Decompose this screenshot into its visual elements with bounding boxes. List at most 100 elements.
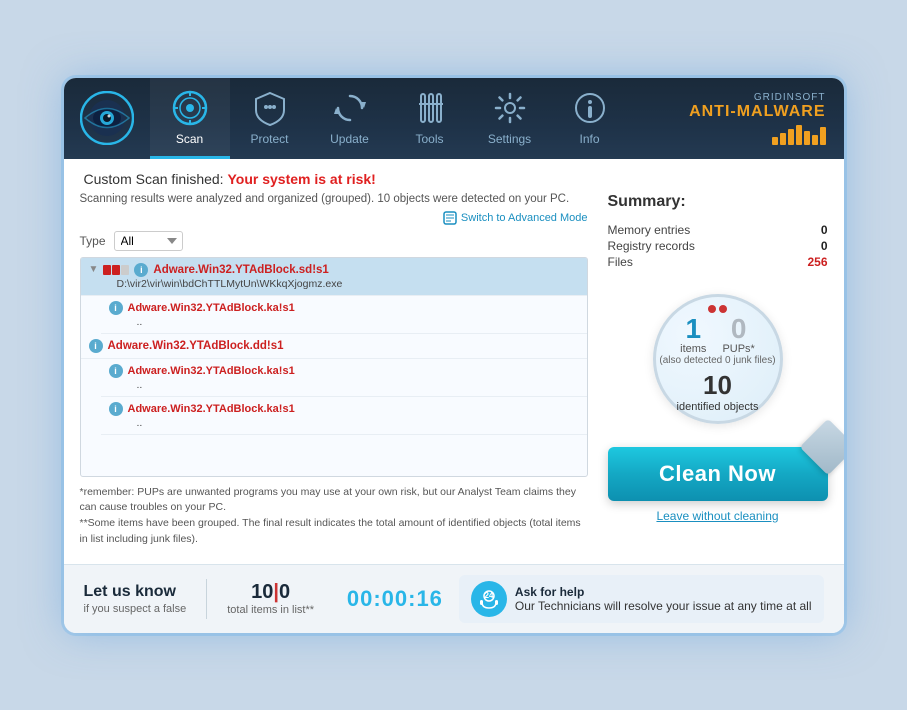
tools-icon (410, 88, 450, 128)
filter-row: Type All Adware Trojan PUP (80, 231, 588, 251)
brand-bar-5 (804, 131, 810, 145)
threat-path-1: D:\vir2\vir\win\bdChTTLMytUn\WKkqXjogmz.… (117, 278, 579, 290)
footnotes: *remember: PUPs are unwanted programs yo… (80, 485, 588, 548)
threat-name-1: Adware.Win32.YTAdBlock.sd!s1 (153, 264, 328, 276)
eye-logo-icon (80, 91, 134, 145)
header: Scan Protect (64, 78, 844, 159)
registry-val: 0 (821, 239, 828, 253)
scan-title-bar: Custom Scan finished: Your system is at … (64, 159, 844, 193)
mag-circle: 1 items 0 PUPs* (also detected 0 junk fi… (653, 294, 783, 424)
pup-dot-2 (719, 305, 727, 313)
files-label: Files (608, 255, 633, 269)
footer-divider-1 (206, 579, 207, 619)
summary-memory-row: Memory entries 0 (608, 223, 828, 237)
right-panel: Summary: Memory entries 0 Registry recor… (608, 193, 828, 548)
footer-sub-label: if you suspect a false (84, 603, 187, 615)
tab-update-label: Update (330, 132, 369, 146)
scan-title-risk: Your system is at risk! (227, 171, 375, 187)
tab-settings[interactable]: Settings (470, 78, 550, 159)
support-text: Ask for help Our Technicians will resolv… (515, 585, 812, 613)
footer-counts: 10|0 total items in list** (227, 581, 314, 616)
info-badge-5[interactable]: i (109, 402, 123, 416)
footnote-2: **Some items have been grouped. The fina… (80, 516, 588, 548)
info-badge-1[interactable]: i (134, 263, 148, 277)
left-panel: Scanning results were analyzed and organ… (80, 193, 588, 548)
threat-bar-red2 (112, 265, 120, 275)
brand-main: ANTI-MALWARE (689, 103, 825, 121)
tab-update[interactable]: Update (310, 78, 390, 159)
support-area: 24 Ask for help Our Technicians will res… (459, 575, 824, 623)
items-label: items (680, 343, 706, 355)
brand-bar-7 (820, 127, 826, 145)
scan-icon (170, 88, 210, 128)
info-badge-3[interactable]: i (89, 339, 103, 353)
footer-timer-area: 00:00:16 24 Ask for help Our Technicians… (347, 575, 824, 623)
files-val: 256 (807, 255, 827, 269)
summary-files-row: Files 256 (608, 255, 828, 269)
mag-stats: 1 items 0 PUPs* (680, 315, 755, 355)
tab-tools-label: Tools (415, 132, 443, 146)
registry-label: Registry records (608, 239, 695, 253)
brand-chart (772, 125, 826, 145)
scan-info-text: Scanning results were analyzed and organ… (80, 193, 570, 205)
settings-icon (490, 88, 530, 128)
result-item-5[interactable]: i Adware.Win32.YTAdBlock.ka!s1 .. (101, 397, 587, 435)
info-badge-2[interactable]: i (109, 301, 123, 315)
memory-label: Memory entries (608, 223, 691, 237)
pup-dot-1 (708, 305, 716, 313)
count-label: total items in list** (227, 604, 314, 616)
tab-protect-label: Protect (250, 132, 288, 146)
footer-let-us-label: Let us know (84, 583, 187, 601)
switch-row: Switch to Advanced Mode (80, 211, 588, 225)
items-num: 1 (680, 315, 706, 343)
result-item-3[interactable]: i Adware.Win32.YTAdBlock.dd!s1 (81, 334, 587, 359)
filter-label: Type (80, 234, 106, 248)
summary-title: Summary: (608, 193, 828, 211)
leave-without-cleaning-link[interactable]: Leave without cleaning (608, 509, 828, 523)
type-filter-select[interactable]: All Adware Trojan PUP (114, 231, 183, 251)
brand-bar-3 (788, 129, 794, 145)
update-icon (330, 88, 370, 128)
result-item-1[interactable]: ▼ i Adware.Win32.YTAdBlock.sd!s1 D:\vir2… (81, 258, 587, 296)
support-icon: 24 (471, 581, 507, 617)
main-content: Scanning results were analyzed and organ… (64, 193, 844, 564)
tab-info-label: Info (579, 132, 599, 146)
summary-table: Memory entries 0 Registry records 0 File… (608, 223, 828, 271)
brand-bar-6 (812, 135, 818, 145)
brand-top: GRIDINSOFT (754, 92, 826, 103)
threat-name-5: Adware.Win32.YTAdBlock.ka!s1 (128, 403, 295, 415)
support-title: Ask for help (515, 585, 812, 599)
footer-let-us-section: Let us know if you suspect a false (84, 583, 187, 615)
threat-path-4: .. (137, 379, 579, 391)
expand-icon-1[interactable]: ▼ (89, 264, 99, 275)
support-body: Our Technicians will resolve your issue … (515, 599, 812, 613)
result-item-2[interactable]: i Adware.Win32.YTAdBlock.ka!s1 .. (101, 296, 587, 334)
pup-dots (708, 305, 727, 313)
magnifier-area: 1 items 0 PUPs* (also detected 0 junk fi… (608, 279, 828, 439)
tab-protect[interactable]: Protect (230, 78, 310, 159)
threat-path-2: .. (137, 316, 579, 328)
brand-bar-4 (796, 125, 802, 145)
tab-settings-label: Settings (488, 132, 531, 146)
svg-text:24: 24 (484, 591, 493, 600)
count-zero: 0 (279, 581, 290, 603)
footnote-1: *remember: PUPs are unwanted programs yo… (80, 485, 588, 517)
nav-tabs: Scan Protect (150, 78, 672, 159)
threat-name-3: Adware.Win32.YTAdBlock.dd!s1 (108, 340, 284, 352)
identified-stat: 10 identified objects (677, 370, 759, 413)
pups-num: 0 (722, 315, 754, 343)
switch-to-advanced-link[interactable]: Switch to Advanced Mode (443, 211, 588, 225)
headset-icon: 24 (478, 588, 500, 610)
app-window: Scan Protect (64, 78, 844, 633)
items-stat: 1 items (680, 315, 706, 355)
info-badge-4[interactable]: i (109, 364, 123, 378)
threat-bar-red (103, 265, 111, 275)
clean-now-button[interactable]: Clean Now (608, 447, 828, 501)
tab-info[interactable]: Info (550, 78, 630, 159)
result-item-4[interactable]: i Adware.Win32.YTAdBlock.ka!s1 .. (101, 359, 587, 397)
app-body: Custom Scan finished: Your system is at … (64, 159, 844, 564)
threat-path-5: .. (137, 417, 579, 429)
timer-display: 00:00:16 (347, 586, 443, 612)
tab-scan[interactable]: Scan (150, 78, 230, 159)
tab-tools[interactable]: Tools (390, 78, 470, 159)
